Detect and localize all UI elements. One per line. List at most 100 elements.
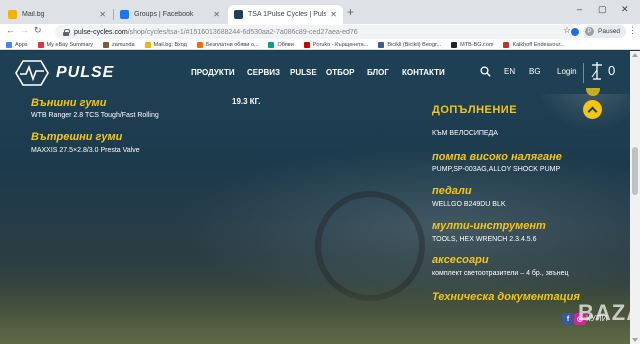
bookmark-label: Безплатни обяви о...	[205, 41, 259, 48]
bookmark-zamunda[interactable]: zamunda	[103, 41, 135, 48]
nav-blog[interactable]: БЛОГ	[367, 68, 389, 77]
avatar: P	[585, 27, 594, 36]
tab-strip: Mail.bg ✕ Groups | Facebook ✕ TSA 1Pulse…	[0, 0, 640, 24]
scroll-down-arrow-icon[interactable]	[632, 338, 638, 342]
profile-button[interactable]: P Paused	[583, 25, 627, 38]
extension-icon[interactable]	[571, 28, 579, 36]
zamunda-icon	[103, 41, 110, 48]
youtube-icon	[503, 41, 510, 48]
close-icon[interactable]: ✕	[330, 10, 337, 19]
tab-title: TSA 1Pulse Cycles | Pulse Cycles	[248, 11, 327, 18]
spec-heading-inner-tubes: Вътрешни гуми	[31, 131, 123, 143]
web-page: PULSE ПРОДУКТИ СЕРВИЗ PULSE ОТБОР БЛОГ К…	[0, 51, 630, 344]
bookmark-label: Apps	[15, 41, 28, 48]
tab-title: Mail.bg	[22, 11, 45, 18]
spec-value-multitool: TOOLS, HEX WRENCH 2.3.4.5.6	[432, 236, 537, 243]
bookmark-ebay[interactable]: My eBay Summary	[37, 41, 94, 48]
profile-status-label: Paused	[598, 28, 621, 35]
minimize-button[interactable]: –	[577, 4, 582, 14]
tab-facebook[interactable]: Groups | Facebook ✕	[114, 5, 226, 24]
browser-window: Mail.bg ✕ Groups | Facebook ✕ TSA 1Pulse…	[0, 0, 640, 344]
address-bar[interactable]: pulse-cycles.com /shop/cycles/tsa-1/#151…	[55, 25, 575, 39]
nav-team[interactable]: ОТБОР	[326, 68, 354, 77]
url-host: pulse-cycles.com	[74, 28, 128, 36]
apps-grid-icon	[6, 41, 12, 48]
spec-heading-accessories: аксесоари	[432, 254, 489, 266]
pulse-logo-icon[interactable]	[15, 60, 49, 86]
lock-icon	[63, 29, 70, 36]
tab-title: Groups | Facebook	[134, 11, 194, 18]
tab-mail-bg[interactable]: Mail.bg ✕	[2, 5, 112, 24]
url-path: /shop/cycles/tsa-1/#1516013688244-6d530a…	[127, 28, 358, 36]
bookmark-poruko[interactable]: Poruko - Кърщенета...	[303, 41, 369, 48]
facebook-favicon-icon	[120, 10, 129, 19]
bookmark-label: Kalkhoff Endeavour...	[512, 41, 565, 48]
scroll-up-arrow-icon[interactable]	[632, 53, 638, 57]
obiavi-icon	[268, 41, 275, 48]
bookmark-obiavi[interactable]: Обяви	[268, 41, 294, 48]
nav-service[interactable]: СЕРВИЗ	[247, 68, 280, 77]
mtb-bg-icon	[451, 41, 458, 48]
back-arrow-icon[interactable]: ←	[6, 25, 15, 35]
buy-label[interactable]: КУПИ	[586, 314, 607, 323]
cart-count[interactable]: 0	[608, 63, 615, 78]
brand-name[interactable]: PULSE	[56, 64, 114, 82]
spec-value-pedals: WELLGO B249DU BLK	[432, 201, 506, 208]
bookmark-kalkhoff[interactable]: Kalkhoff Endeavour...	[503, 41, 565, 48]
spec-heading-outer-tires: Външни гуми	[31, 97, 107, 109]
spec-heading-pump: помпа високо налягане	[432, 151, 562, 163]
scrollbar-thumb[interactable]	[632, 147, 638, 195]
new-tab-button[interactable]: +	[347, 5, 354, 19]
close-icon[interactable]: ✕	[213, 10, 220, 19]
facebook-icon[interactable]: f	[562, 313, 574, 325]
addon-subtitle: КЪМ ВЕЛОСИПЕДА	[432, 130, 498, 137]
bookmark-mtb-bg[interactable]: MTB-BG.com	[451, 41, 494, 48]
ads-icon	[196, 41, 203, 48]
tab-pulse-cycles[interactable]: TSA 1Pulse Cycles | Pulse Cycles ✕	[228, 5, 343, 24]
scroll-to-top-button[interactable]	[583, 100, 602, 119]
bookmark-mail-bg[interactable]: Mail.bg: Вход	[144, 41, 187, 48]
browser-toolbar: ← → ↻ pulse-cycles.com /shop/cycles/tsa-…	[0, 24, 640, 40]
header-divider	[583, 63, 584, 83]
search-icon[interactable]	[480, 66, 491, 77]
bookmark-label: Mail.bg: Вход	[153, 41, 187, 48]
maximize-button[interactable]: ▢	[598, 4, 607, 15]
bike-weight: 19.3 КГ.	[232, 97, 261, 106]
bookmarks-bar: Apps My eBay Summary zamunda Mail.bg: Вх…	[0, 40, 640, 50]
site-header: PULSE ПРОДУКТИ СЕРВИЗ PULSE ОТБОР БЛОГ К…	[0, 51, 630, 94]
ebay-icon	[37, 41, 44, 48]
spec-heading-pedals: педали	[432, 185, 472, 197]
nav-contacts[interactable]: КОНТАКТИ	[402, 68, 445, 77]
lang-en[interactable]: EN	[504, 67, 515, 76]
spec-heading-multitool: мулти-инструмент	[432, 220, 546, 232]
mail-bg-icon	[144, 41, 151, 48]
spec-value-pump: PUMP,SP-003AG,ALLOY SHOCK PUMP	[432, 166, 561, 173]
bookmark-apps[interactable]: Apps	[6, 41, 28, 48]
spec-value-inner-tubes: MAXXIS 27.5×2.8/3.0 Presta Valve	[31, 147, 140, 154]
bookmark-bicikli[interactable]: Bicikli (Bicikli) Beogr...	[378, 41, 442, 48]
bookmark-label: My eBay Summary	[46, 41, 94, 48]
spec-heading-tech-docs[interactable]: Техническа документация	[432, 291, 580, 303]
bookmark-label: Обяви	[277, 41, 294, 48]
lang-bg[interactable]: BG	[529, 67, 541, 76]
bookmark-label: zamunda	[112, 41, 135, 48]
vertical-scrollbar[interactable]	[630, 51, 640, 344]
bike-cart-icon[interactable]	[591, 61, 603, 81]
bookmark-label: Bicikli (Bicikli) Beogr...	[387, 41, 442, 48]
mail-bg-favicon-icon	[8, 10, 17, 19]
bookmark-star-icon[interactable]: ☆	[563, 25, 571, 36]
login-link[interactable]: Login	[557, 67, 577, 76]
spec-value-outer-tires: WTB Ranger 2.8 TCS Tough/Fast Rolling	[31, 112, 159, 119]
nav-pulse[interactable]: PULSE	[290, 68, 317, 77]
bookmark-free-ads[interactable]: Безплатни обяви о...	[196, 41, 259, 48]
kebab-menu-icon[interactable]: ⋮	[628, 25, 637, 36]
close-window-button[interactable]: ✕	[621, 4, 629, 15]
poruko-icon	[303, 41, 310, 48]
spec-value-accessories: комплект светоотразители – 4 бр., звънец	[432, 270, 569, 277]
forward-arrow-icon[interactable]: →	[20, 25, 29, 35]
bookmark-label: Poruko - Кърщенета...	[312, 41, 369, 48]
close-icon[interactable]: ✕	[99, 10, 106, 19]
nav-products[interactable]: ПРОДУКТИ	[191, 68, 235, 77]
reload-icon[interactable]: ↻	[34, 25, 42, 36]
bookmark-label: MTB-BG.com	[460, 41, 494, 48]
